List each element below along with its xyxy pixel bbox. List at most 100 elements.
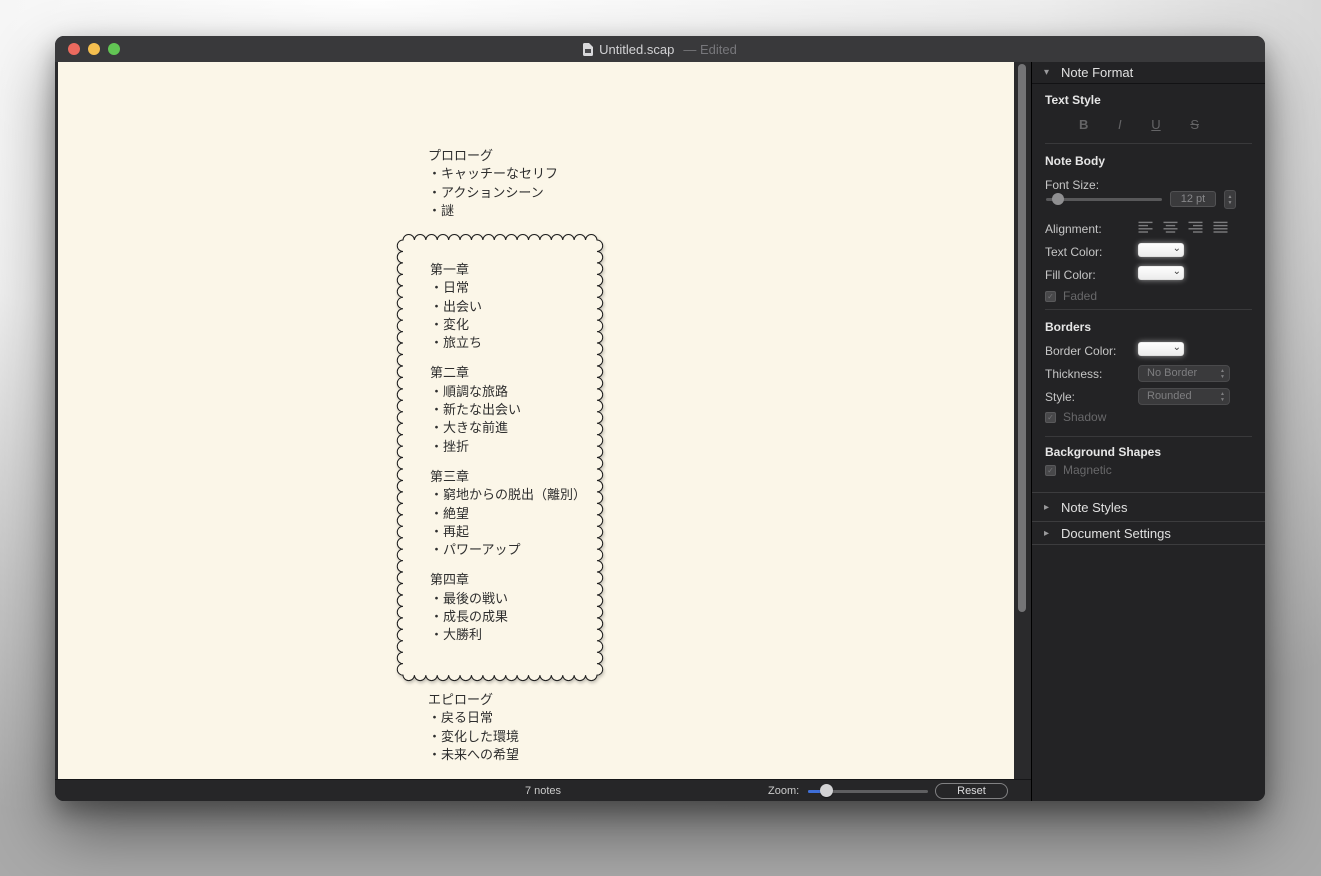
document-settings-section-header[interactable]: ▸ Document Settings bbox=[1032, 521, 1265, 545]
note-line: 第三章 bbox=[430, 468, 470, 484]
italic-button[interactable]: I bbox=[1118, 117, 1122, 132]
font-size-label: Font Size: bbox=[1045, 178, 1100, 192]
font-size-stepper[interactable]: ▲ ▼ bbox=[1224, 190, 1236, 209]
note-body-title: Note Body bbox=[1045, 154, 1105, 168]
note-line: ・旅立ち bbox=[430, 335, 483, 351]
note-line: ・絶望 bbox=[430, 505, 470, 521]
faded-checkbox[interactable]: ✓ bbox=[1045, 290, 1056, 302]
divider bbox=[1045, 143, 1252, 144]
note-styles-section-header[interactable]: ▸ Note Styles bbox=[1032, 492, 1265, 521]
note-line: ・謎 bbox=[428, 202, 455, 218]
align-left-icon[interactable] bbox=[1138, 221, 1154, 233]
note-line: ・パワーアップ bbox=[430, 542, 521, 558]
document-canvas[interactable]: プロローグ ・キャッチーなセリフ ・アクションシーン ・謎 第一章 ・日常 ・出… bbox=[58, 62, 1014, 779]
text-color-well[interactable]: ⌄ bbox=[1138, 243, 1184, 257]
note-line: ・大きな前進 bbox=[430, 420, 509, 436]
window-title: Untitled.scap bbox=[599, 41, 675, 57]
traffic-lights bbox=[68, 43, 120, 55]
note-format-label: Note Format bbox=[1061, 65, 1134, 80]
zoom-slider-thumb[interactable] bbox=[820, 784, 833, 797]
align-center-icon[interactable] bbox=[1163, 221, 1179, 233]
inspector-sidebar: ▾ Note Format Text Style B I U S Note Bo… bbox=[1031, 62, 1265, 801]
note-line: ・キャッチーなセリフ bbox=[428, 166, 559, 182]
close-button[interactable] bbox=[68, 43, 80, 55]
align-justify-icon[interactable] bbox=[1213, 221, 1229, 233]
fill-color-well[interactable]: ⌄ bbox=[1138, 266, 1184, 280]
note-line: ・挫折 bbox=[430, 438, 470, 454]
note-chapter-2[interactable]: 第二章 ・順調な旅路 ・新たな出会い ・大きな前進 ・挫折 bbox=[430, 364, 586, 455]
minimize-button[interactable] bbox=[88, 43, 100, 55]
desktop: { "colors": { "canvas_bg": "#FBF6E8", "s… bbox=[0, 0, 1321, 876]
underline-button[interactable]: U bbox=[1151, 117, 1160, 132]
chapter-notes-group: 第一章 ・日常 ・出会い ・変化 ・旅立ち 第二章 ・順調な旅路 ・新たな出会い… bbox=[430, 261, 586, 657]
note-line: ・出会い bbox=[430, 298, 483, 314]
status-bar: 7 notes Zoom: Reset bbox=[55, 779, 1031, 801]
note-chapter-3[interactable]: 第三章 ・窮地からの脱出（離別） ・絶望 ・再起 ・パワーアップ bbox=[430, 468, 586, 559]
note-line: ・アクションシーン bbox=[428, 184, 544, 200]
titlebar[interactable]: Untitled.scap — Edited bbox=[55, 36, 1265, 62]
shadow-checkbox[interactable]: ✓ bbox=[1045, 411, 1056, 423]
font-size-slider-thumb[interactable] bbox=[1052, 193, 1064, 205]
text-style-buttons: B I U S bbox=[1079, 117, 1199, 132]
app-window: Untitled.scap — Edited プロローグ ・キャッチーなセリフ … bbox=[55, 36, 1265, 801]
note-format-section-header[interactable]: ▾ Note Format bbox=[1032, 62, 1265, 84]
note-line: エピローグ bbox=[428, 692, 494, 707]
chevron-down-icon: ⌄ bbox=[1172, 266, 1181, 277]
fullscreen-button[interactable] bbox=[108, 43, 120, 55]
note-line: ・未来への希望 bbox=[428, 746, 520, 762]
faded-label: Faded bbox=[1063, 289, 1098, 303]
border-color-label: Border Color: bbox=[1045, 344, 1117, 358]
text-style-title: Text Style bbox=[1045, 93, 1101, 107]
note-line: ・新たな出会い bbox=[430, 402, 522, 418]
document-icon bbox=[583, 42, 594, 56]
check-icon: ✓ bbox=[1047, 465, 1054, 475]
chevron-down-icon: ⌄ bbox=[1172, 243, 1181, 254]
document-settings-label: Document Settings bbox=[1061, 525, 1171, 541]
faded-checkbox-row: ✓ Faded bbox=[1045, 289, 1097, 303]
divider bbox=[1045, 309, 1252, 310]
disclosure-open-icon: ▾ bbox=[1044, 67, 1050, 78]
thickness-popup[interactable]: No Border ▲ ▼ bbox=[1138, 365, 1230, 382]
zoom-label: Zoom: bbox=[768, 785, 800, 797]
strikethrough-button[interactable]: S bbox=[1190, 117, 1199, 132]
note-line: プロローグ bbox=[428, 148, 494, 163]
note-line: ・変化した環境 bbox=[428, 728, 520, 744]
divider bbox=[1045, 436, 1252, 437]
note-line: ・変化 bbox=[430, 316, 470, 332]
note-line: ・成長の成果 bbox=[430, 609, 509, 625]
note-line: 第四章 bbox=[430, 572, 470, 588]
font-size-field[interactable]: 12 pt bbox=[1170, 191, 1216, 207]
note-line: ・窮地からの脱出（離別） bbox=[430, 487, 587, 503]
style-label: Style: bbox=[1045, 390, 1076, 404]
magnetic-checkbox[interactable]: ✓ bbox=[1045, 464, 1056, 476]
document-area: プロローグ ・キャッチーなセリフ ・アクションシーン ・謎 第一章 ・日常 ・出… bbox=[55, 62, 1031, 801]
note-line: ・日常 bbox=[430, 280, 470, 296]
magnetic-checkbox-row: ✓ Magnetic bbox=[1045, 463, 1112, 477]
note-chapter-4[interactable]: 第四章 ・最後の戦い ・成長の成果 ・大勝利 bbox=[430, 571, 586, 644]
thickness-value: No Border bbox=[1147, 367, 1198, 379]
style-popup[interactable]: Rounded ▲ ▼ bbox=[1138, 388, 1230, 405]
reset-zoom-button[interactable]: Reset bbox=[935, 783, 1008, 799]
note-chapter-1[interactable]: 第一章 ・日常 ・出会い ・変化 ・旅立ち bbox=[430, 261, 586, 352]
shadow-label: Shadow bbox=[1063, 410, 1107, 424]
note-epilogue[interactable]: エピローグ ・戻る日常 ・変化した環境 ・未来への希望 bbox=[428, 691, 519, 764]
popup-arrows-icon: ▲ ▼ bbox=[1220, 391, 1225, 403]
canvas-area: プロローグ ・キャッチーなセリフ ・アクションシーン ・謎 第一章 ・日常 ・出… bbox=[55, 62, 1031, 779]
align-right-icon[interactable] bbox=[1188, 221, 1204, 233]
note-line: ・最後の戦い bbox=[430, 590, 509, 606]
note-line: ・大勝利 bbox=[430, 627, 483, 643]
border-color-well[interactable]: ⌄ bbox=[1138, 342, 1184, 356]
note-prologue[interactable]: プロローグ ・キャッチーなセリフ ・アクションシーン ・謎 bbox=[428, 147, 558, 220]
vertical-scrollbar[interactable] bbox=[1018, 64, 1026, 612]
bold-button[interactable]: B bbox=[1079, 117, 1088, 132]
borders-title: Borders bbox=[1045, 320, 1092, 334]
note-line: ・戻る日常 bbox=[428, 710, 494, 726]
background-shapes-title: Background Shapes bbox=[1045, 445, 1162, 459]
note-count: 7 notes bbox=[524, 785, 562, 797]
check-icon: ✓ bbox=[1047, 291, 1054, 301]
popup-arrows-icon: ▲ ▼ bbox=[1220, 368, 1225, 380]
stepper-down-icon: ▼ bbox=[1227, 199, 1233, 206]
note-line: 第一章 bbox=[430, 262, 470, 277]
chevron-down-icon: ⌄ bbox=[1172, 342, 1181, 353]
disclosure-closed-icon: ▸ bbox=[1044, 501, 1050, 513]
